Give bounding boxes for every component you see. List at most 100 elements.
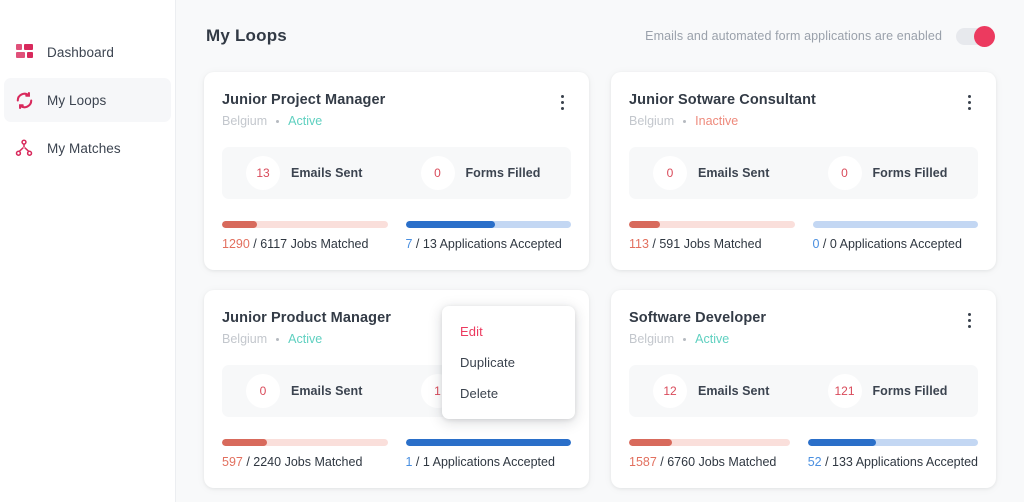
loops-card-grid: Junior Project Manager Belgium Active bbox=[204, 72, 996, 488]
emails-sent-label: Emails Sent bbox=[698, 166, 769, 180]
jobs-progress-fill bbox=[222, 439, 267, 446]
applications-label: Applications Accepted bbox=[856, 455, 978, 469]
status-badge: Active bbox=[288, 332, 322, 346]
emails-sent-value: 13 bbox=[246, 156, 280, 190]
sidebar-item-label: Dashboard bbox=[47, 45, 114, 60]
loop-card[interactable]: Junior Project Manager Belgium Active bbox=[204, 72, 589, 270]
loop-card[interactable]: Software Developer Belgium Active bbox=[611, 290, 996, 488]
applications-progress-track bbox=[808, 439, 978, 446]
automation-toggle-label: Emails and automated form applications a… bbox=[645, 29, 942, 43]
jobs-label: Jobs Matched bbox=[291, 237, 369, 251]
kebab-dot-icon bbox=[561, 107, 564, 110]
card-header: Junior Sotware Consultant Belgium Inacti… bbox=[629, 92, 978, 128]
network-nodes-icon bbox=[14, 138, 34, 158]
applications-progress-fill bbox=[406, 221, 495, 228]
jobs-progress-fill bbox=[222, 221, 257, 228]
jobs-total: 2240 bbox=[253, 455, 281, 469]
card-location: Belgium bbox=[222, 332, 267, 346]
applications-caption: 52 / 133 Applications Accepted bbox=[808, 455, 978, 469]
card-subtitle: Belgium Active bbox=[222, 332, 391, 346]
jobs-total: 6117 bbox=[260, 237, 287, 251]
stat-emails-sent: 0 Emails Sent bbox=[629, 156, 804, 190]
sidebar-item-label: My Loops bbox=[47, 93, 106, 108]
status-badge: Inactive bbox=[695, 114, 738, 128]
applications-caption: 1 / 1 Applications Accepted bbox=[406, 455, 572, 469]
menu-item-duplicate[interactable]: Duplicate bbox=[442, 347, 575, 378]
applications-progress-track bbox=[406, 221, 572, 228]
page-title: My Loops bbox=[206, 26, 287, 46]
menu-item-delete[interactable]: Delete bbox=[442, 378, 575, 409]
card-title: Junior Project Manager bbox=[222, 92, 385, 108]
applications-total: 13 bbox=[423, 237, 437, 251]
stat-forms-filled: 0 Forms Filled bbox=[804, 156, 979, 190]
jobs-progress-track bbox=[222, 221, 388, 228]
jobs-label: Jobs Matched bbox=[684, 237, 762, 251]
jobs-matched-progress: 1587 / 6760 Jobs Matched bbox=[629, 439, 790, 469]
automation-toggle-switch[interactable] bbox=[956, 28, 994, 45]
card-title: Junior Product Manager bbox=[222, 310, 391, 326]
jobs-progress-track bbox=[629, 439, 790, 446]
jobs-current: 1587 bbox=[629, 455, 657, 469]
card-header: Junior Project Manager Belgium Active bbox=[222, 92, 571, 128]
kebab-dot-icon bbox=[561, 95, 564, 98]
jobs-matched-progress: 1290 / 6117 Jobs Matched bbox=[222, 221, 388, 251]
sidebar-item-my-loops[interactable]: My Loops bbox=[4, 78, 171, 122]
jobs-current: 1290 bbox=[222, 237, 250, 251]
card-progress: 597 / 2240 Jobs Matched 1 / 1 Applicatio… bbox=[222, 439, 571, 469]
emails-sent-label: Emails Sent bbox=[291, 384, 362, 398]
card-title: Software Developer bbox=[629, 310, 766, 326]
card-heading-block: Junior Sotware Consultant Belgium Inacti… bbox=[629, 92, 816, 128]
card-subtitle: Belgium Active bbox=[629, 332, 766, 346]
card-subtitle: Belgium Active bbox=[222, 114, 385, 128]
jobs-progress-fill bbox=[629, 439, 672, 446]
main-content: My Loops Emails and automated form appli… bbox=[176, 0, 1024, 502]
jobs-label: Jobs Matched bbox=[285, 455, 363, 469]
separator-dot-icon bbox=[276, 338, 279, 341]
kebab-dot-icon bbox=[561, 101, 564, 104]
applications-total: 133 bbox=[832, 455, 853, 469]
jobs-current: 597 bbox=[222, 455, 243, 469]
card-menu-button[interactable] bbox=[553, 90, 571, 114]
jobs-matched-caption: 1587 / 6760 Jobs Matched bbox=[629, 455, 790, 469]
card-menu-button[interactable] bbox=[960, 90, 978, 114]
forms-filled-label: Forms Filled bbox=[466, 166, 541, 180]
separator-dot-icon bbox=[276, 120, 279, 123]
separator-dot-icon bbox=[683, 120, 686, 123]
app-root: Dashboard My Loops bbox=[0, 0, 1024, 502]
sidebar-item-dashboard[interactable]: Dashboard bbox=[4, 30, 171, 74]
applications-progress: 7 / 13 Applications Accepted bbox=[406, 221, 572, 251]
sidebar-item-my-matches[interactable]: My Matches bbox=[4, 126, 171, 170]
emails-sent-label: Emails Sent bbox=[291, 166, 362, 180]
toggle-knob bbox=[974, 26, 995, 47]
card-menu-button[interactable] bbox=[960, 308, 978, 332]
stat-emails-sent: 12 Emails Sent bbox=[629, 374, 804, 408]
forms-filled-value: 0 bbox=[828, 156, 862, 190]
forms-filled-value: 0 bbox=[421, 156, 455, 190]
applications-caption: 7 / 13 Applications Accepted bbox=[406, 237, 572, 251]
jobs-matched-progress: 597 / 2240 Jobs Matched bbox=[222, 439, 388, 469]
card-stats: 0 Emails Sent 0 Forms Filled bbox=[629, 147, 978, 199]
jobs-label: Jobs Matched bbox=[699, 455, 777, 469]
card-heading-block: Junior Project Manager Belgium Active bbox=[222, 92, 385, 128]
kebab-dot-icon bbox=[968, 319, 971, 322]
kebab-dot-icon bbox=[968, 101, 971, 104]
card-subtitle: Belgium Inactive bbox=[629, 114, 816, 128]
applications-progress-track bbox=[406, 439, 572, 446]
applications-total: 1 bbox=[423, 455, 430, 469]
applications-progress-track bbox=[813, 221, 979, 228]
card-progress: 1290 / 6117 Jobs Matched 7 / 13 Applicat… bbox=[222, 221, 571, 251]
loop-card[interactable]: Junior Sotware Consultant Belgium Inacti… bbox=[611, 72, 996, 270]
applications-caption: 0 / 0 Applications Accepted bbox=[813, 237, 979, 251]
jobs-progress-fill bbox=[629, 221, 660, 228]
applications-progress: 52 / 133 Applications Accepted bbox=[808, 439, 978, 469]
jobs-matched-caption: 1290 / 6117 Jobs Matched bbox=[222, 237, 388, 251]
status-badge: Active bbox=[695, 332, 729, 346]
card-location: Belgium bbox=[629, 114, 674, 128]
kebab-dot-icon bbox=[968, 95, 971, 98]
menu-item-edit[interactable]: Edit bbox=[442, 316, 575, 347]
loop-card[interactable]: Junior Product Manager Belgium Active bbox=[204, 290, 589, 488]
applications-total: 0 bbox=[830, 237, 837, 251]
card-context-menu[interactable]: Edit Duplicate Delete bbox=[442, 306, 575, 419]
stat-forms-filled: 121 Forms Filled bbox=[804, 374, 979, 408]
page-header: My Loops Emails and automated form appli… bbox=[204, 0, 996, 72]
